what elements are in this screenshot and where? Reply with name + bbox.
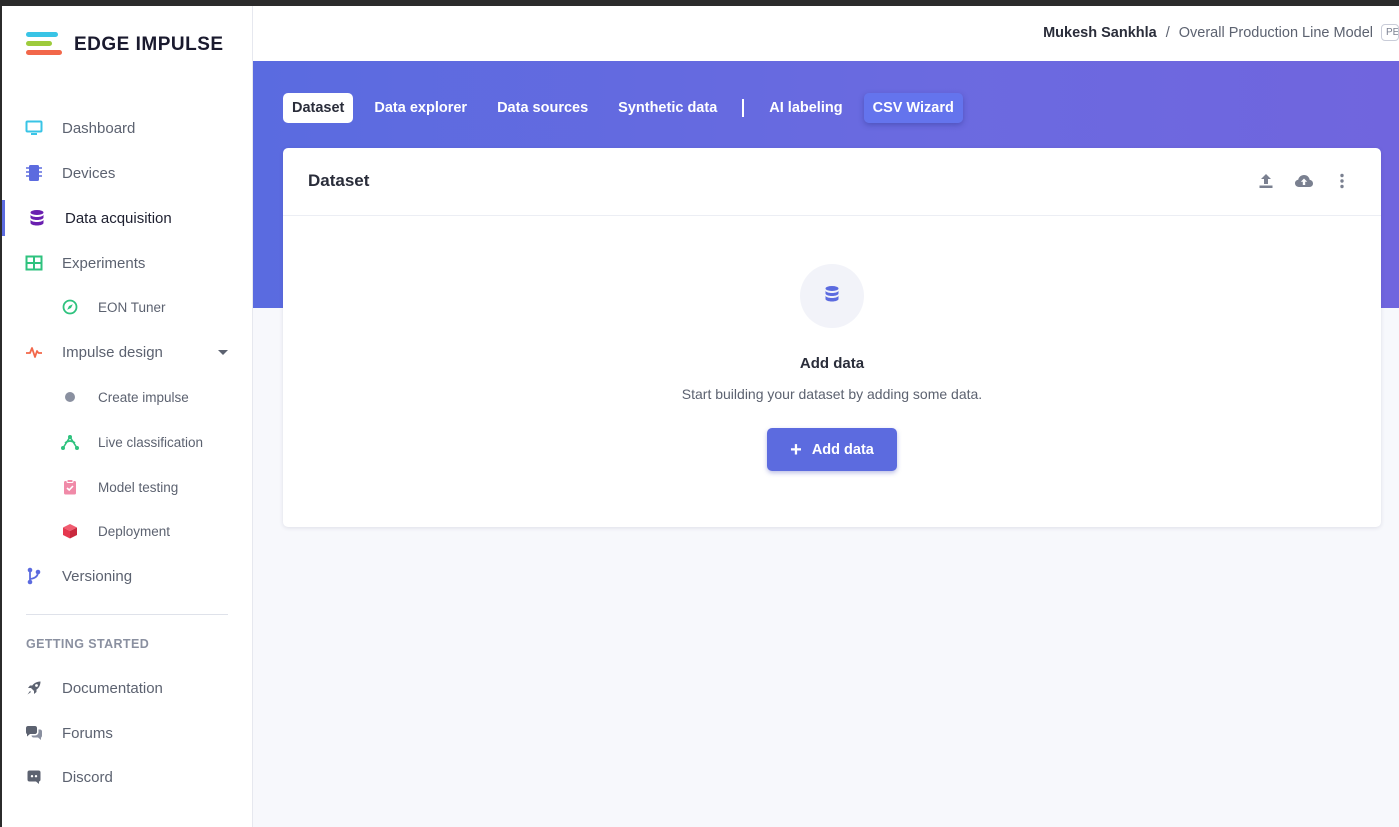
- sidebar-item-eon-tuner[interactable]: EON Tuner: [2, 289, 252, 325]
- tab-bar: Dataset Data explorer Data sources Synth…: [283, 93, 975, 123]
- tab-dataset[interactable]: Dataset: [283, 93, 354, 123]
- rocket-icon: [24, 678, 44, 698]
- cloud-upload-icon[interactable]: [1293, 170, 1315, 192]
- database-icon: [27, 208, 47, 228]
- sidebar-item-documentation[interactable]: Documentation: [2, 670, 252, 706]
- chip-icon: [24, 163, 44, 183]
- card-header: Dataset: [283, 148, 1381, 216]
- sidebar-item-label: Live classification: [98, 434, 204, 450]
- add-data-button-label: Add data: [811, 441, 874, 458]
- edge-impulse-logo-icon: [24, 30, 64, 60]
- sidebar-item-label: Forums: [62, 724, 113, 742]
- sidebar-item-label: EON Tuner: [98, 299, 166, 315]
- empty-state-title: Add data: [799, 355, 865, 372]
- clipboard-check-icon: [60, 477, 80, 497]
- sidebar-item-label: Data acquisition: [65, 209, 172, 227]
- branch-icon: [24, 566, 44, 586]
- sidebar-item-label: Versioning: [62, 567, 133, 585]
- sidebar-item-dashboard[interactable]: Dashboard: [2, 110, 252, 146]
- breadcrumb: Mukesh Sankhla / Overall Production Line…: [1043, 24, 1399, 41]
- sidebar-item-label: Experiments: [62, 254, 146, 272]
- sidebar-item-impulse-design[interactable]: Impulse design: [2, 334, 252, 370]
- card-actions: [1239, 170, 1353, 192]
- network-icon: [60, 432, 80, 452]
- tab-synthetic-data[interactable]: Synthetic data: [609, 93, 726, 123]
- sidebar-item-label: Model testing: [98, 479, 179, 495]
- dot-icon: [60, 387, 80, 407]
- app-window: EDGE IMPULSE Dashboard Devices Data acqu…: [2, 6, 1399, 827]
- project-badge: PE: [1381, 24, 1399, 41]
- dataset-card: Dataset Add data Start building your dat…: [283, 148, 1381, 527]
- sidebar-item-label: Discord: [62, 768, 113, 786]
- sidebar-item-label: Documentation: [62, 679, 163, 697]
- add-data-button[interactable]: + Add data: [767, 428, 897, 471]
- sidebar-item-label: Devices: [62, 164, 116, 182]
- compass-icon: [60, 297, 80, 317]
- empty-state-illustration: [800, 264, 864, 328]
- sidebar-item-discord[interactable]: Discord: [2, 759, 252, 795]
- sidebar-item-forums[interactable]: Forums: [2, 715, 252, 751]
- sidebar-item-create-impulse[interactable]: Create impulse: [2, 379, 252, 415]
- breadcrumb-project[interactable]: Overall Production Line Model: [1179, 25, 1373, 41]
- sidebar-item-label: Create impulse: [98, 389, 189, 405]
- sidebar-item-deployment[interactable]: Deployment: [2, 513, 252, 549]
- brand-name: EDGE IMPULSE: [74, 34, 224, 55]
- empty-state-subtitle: Start building your dataset by adding so…: [681, 386, 983, 402]
- card-title: Dataset: [308, 171, 370, 190]
- pulse-icon: [24, 342, 44, 362]
- sidebar-item-versioning[interactable]: Versioning: [2, 558, 252, 594]
- sidebar: EDGE IMPULSE Dashboard Devices Data acqu…: [2, 6, 253, 827]
- tab-separator: [742, 99, 745, 117]
- chat-icon: [24, 723, 44, 743]
- sidebar-item-label: Impulse design: [62, 343, 163, 361]
- top-header: Mukesh Sankhla / Overall Production Line…: [253, 6, 1399, 61]
- database-icon: [824, 285, 840, 308]
- sidebar-item-live-classification[interactable]: Live classification: [2, 424, 252, 460]
- cube-icon: [60, 521, 80, 541]
- discord-icon: [24, 767, 44, 787]
- sidebar-item-model-testing[interactable]: Model testing: [2, 469, 252, 505]
- tab-data-explorer[interactable]: Data explorer: [365, 93, 476, 123]
- monitor-icon: [24, 118, 44, 138]
- sidebar-divider: [26, 614, 228, 615]
- tab-csv-wizard[interactable]: CSV Wizard: [863, 93, 963, 123]
- breadcrumb-separator: /: [1165, 24, 1170, 41]
- sidebar-item-data-acquisition[interactable]: Data acquisition: [2, 200, 252, 236]
- sidebar-item-devices[interactable]: Devices: [2, 155, 252, 191]
- tab-ai-labeling[interactable]: AI labeling: [760, 93, 851, 123]
- tab-data-sources[interactable]: Data sources: [488, 93, 597, 123]
- upload-icon[interactable]: [1255, 170, 1277, 192]
- chevron-down-icon[interactable]: [218, 349, 228, 355]
- more-vertical-icon[interactable]: [1331, 170, 1353, 192]
- brand-logo[interactable]: EDGE IMPULSE: [24, 30, 224, 60]
- sidebar-item-label: Dashboard: [62, 119, 136, 137]
- plus-icon: +: [790, 438, 802, 461]
- section-title: GETTING STARTED: [26, 637, 150, 651]
- table-icon: [24, 253, 44, 273]
- sidebar-item-experiments[interactable]: Experiments: [2, 245, 252, 281]
- breadcrumb-user[interactable]: Mukesh Sankhla: [1043, 25, 1157, 41]
- sidebar-item-label: Deployment: [98, 523, 171, 539]
